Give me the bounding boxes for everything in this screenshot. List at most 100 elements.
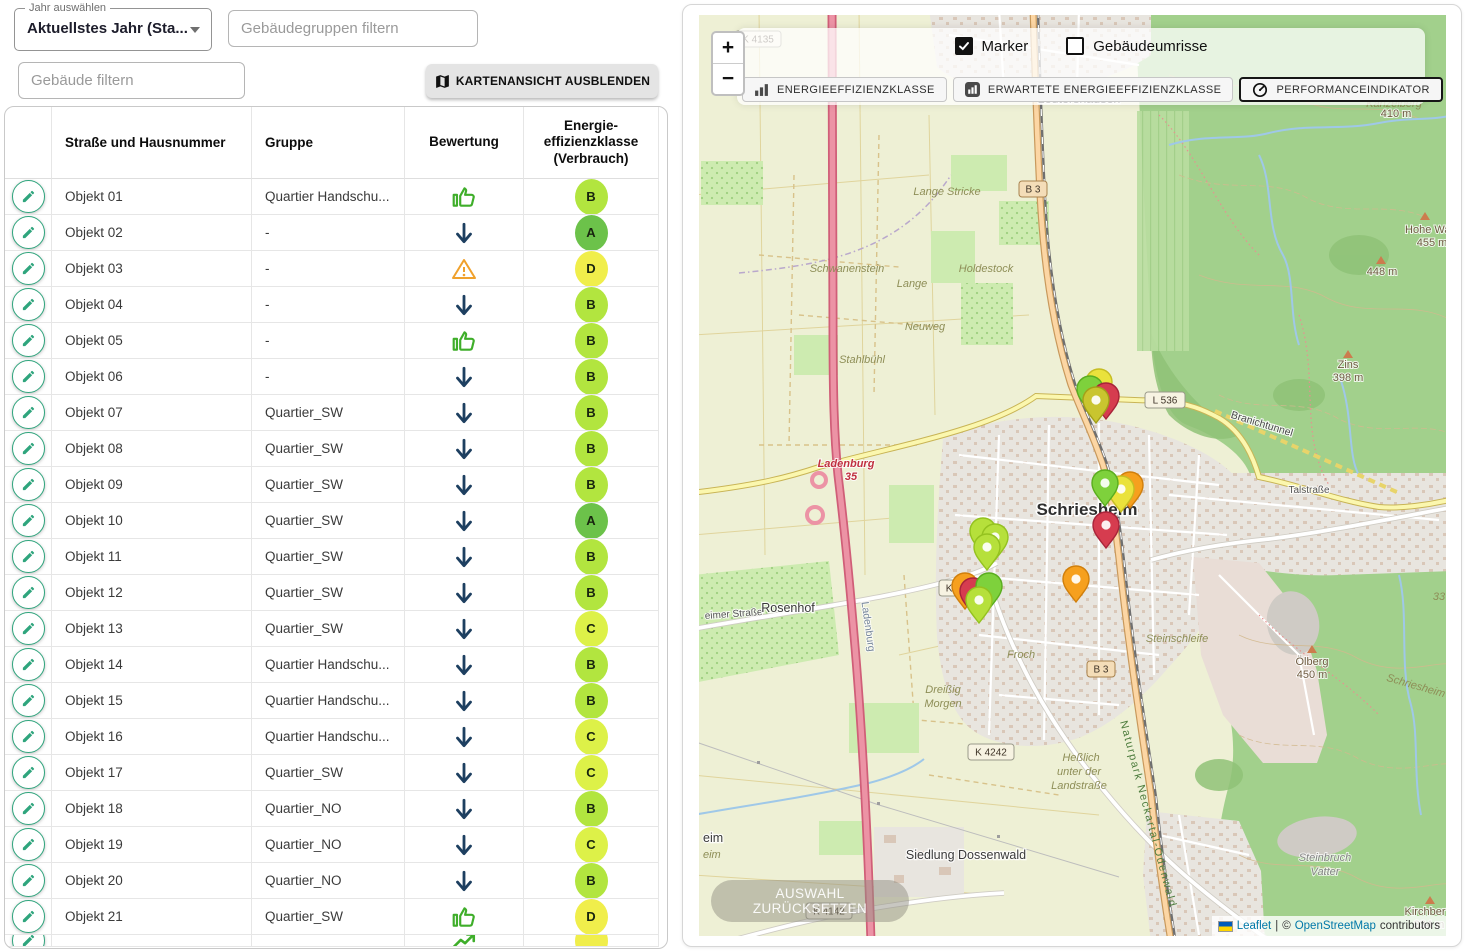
edit-row-button[interactable] [12,720,45,753]
group-cell: Quartier_SW [252,611,405,647]
energy-class-cell: B [524,359,659,395]
osm-link[interactable]: OpenStreetMap [1295,920,1376,932]
group-cell: Quartier_SW [252,575,405,611]
energy-class-badge: B [575,287,608,323]
map-layer-button-energieeffizienzklasse[interactable]: ENERGIEEFFIZIENZKLASSE [742,77,947,102]
table-row: Objekt 02-A [5,215,659,251]
layer-checkbox-marker[interactable]: Marker [955,37,1029,55]
rating-cell [405,611,524,647]
energy-class-cell: A [524,215,659,251]
table-header-row: Straße und Hausnummer Gruppe Bewertung E… [5,107,659,179]
map-label: Schwanenstein [810,263,885,275]
edit-row-button[interactable] [12,648,45,681]
edit-row-button[interactable] [12,324,45,357]
edit-row-button[interactable] [12,612,45,645]
edit-row-button[interactable] [12,756,45,789]
hide-map-button[interactable]: KARTENANSICHT AUSBLENDEN [426,64,658,98]
energy-class-badge: B [575,467,608,503]
arrow-down-icon [451,436,477,462]
map-label: 448 m [1367,266,1398,278]
street-cell: Objekt 02 [52,215,252,251]
building-table: Straße und Hausnummer Gruppe Bewertung E… [5,107,659,947]
pencil-icon [21,441,36,456]
map-label: eim [703,849,721,861]
rating-cell [405,683,524,719]
arrow-down-icon [451,760,477,786]
map-label: Heßlich [1062,752,1099,764]
svg-text:B 3: B 3 [1025,185,1040,196]
edit-row-button[interactable] [12,432,45,465]
pencil-icon [21,657,36,672]
map-canvas[interactable]: K 4135B 3L 536K 42B 3K 4242K 4142Leuters… [699,15,1446,936]
reset-selection-button[interactable]: AUSWAHL ZURÜCKSETZEN [711,880,909,922]
group-cell: Quartier_SW [252,899,405,935]
rating-cell [405,827,524,863]
street-cell: Objekt 13 [52,611,252,647]
year-select[interactable]: Jahr auswählen Aktuellstes Jahr (Sta... [14,8,212,51]
edit-row-button[interactable] [12,396,45,429]
edit-row-button[interactable] [12,792,45,825]
map-viewport[interactable]: K 4135B 3L 536K 42B 3K 4242K 4142Leuters… [699,15,1446,936]
edit-row-button[interactable] [12,900,45,933]
street-cell: Objekt 19 [52,827,252,863]
edit-row-button[interactable] [12,180,45,213]
street-cell: Objekt 21 [52,899,252,935]
layer-checkbox-gebäudeumrisse[interactable]: Gebäudeumrisse [1066,37,1207,55]
arrow-down-icon [451,724,477,750]
map-label: 33 [1433,591,1446,603]
energy-class-cell: B [524,323,659,359]
zoom-out-button[interactable]: − [713,64,743,94]
map-zoom-control: + − [711,31,745,96]
table-body: Objekt 01Quartier Handschu...BObjekt 02-… [5,179,659,947]
header-edit-column [5,107,52,179]
building-filter-input[interactable] [18,62,245,99]
edit-row-button[interactable] [12,504,45,537]
arrow-down-icon [451,400,477,426]
energy-class-cell: B [524,575,659,611]
edit-cell [5,395,52,431]
hide-map-button-label: KARTENANSICHT AUSBLENDEN [456,74,650,88]
map-label: Steinbruch [1299,852,1352,864]
checkbox-icon[interactable] [955,37,973,55]
edit-row-button[interactable] [12,864,45,897]
edit-row-button[interactable] [12,684,45,717]
map-label: Dreißig [925,684,961,696]
leaflet-link[interactable]: Leaflet [1237,920,1272,932]
group-filter-input[interactable] [228,10,478,47]
edit-row-button[interactable] [12,935,45,947]
edit-cell [5,575,52,611]
edit-row-button[interactable] [12,288,45,321]
edit-row-button[interactable] [12,540,45,573]
group-cell: - [252,359,405,395]
rating-cell [405,575,524,611]
energy-class-cell: B [524,863,659,899]
edit-row-button[interactable] [12,360,45,393]
street-cell: Objekt 18 [52,791,252,827]
edit-row-button[interactable] [12,216,45,249]
table-row: Objekt 14Quartier Handschu...B [5,647,659,683]
rating-cell [405,359,524,395]
rating-cell [405,503,524,539]
arrow-down-icon [451,580,477,606]
edit-row-button[interactable] [12,576,45,609]
table-row: Objekt 09Quartier_SWB [5,467,659,503]
edit-row-button[interactable] [12,468,45,501]
pencil-icon [21,189,36,204]
edit-row-button[interactable] [12,252,45,285]
pencil-icon [21,549,36,564]
building-list-panel: Jahr auswählen Aktuellstes Jahr (Sta... … [0,0,672,951]
map-layer-button-performanceindikator[interactable]: PERFORMANCEINDIKATOR [1239,77,1442,102]
pencil-icon [21,225,36,240]
edit-row-button[interactable] [12,828,45,861]
group-cell: Quartier Handschu... [252,179,405,215]
street-cell: Objekt 05 [52,323,252,359]
checkbox-icon[interactable] [1066,37,1084,55]
street-cell: Objekt 12 [52,575,252,611]
pencil-icon [21,513,36,528]
map-label: 410 m [1381,108,1412,120]
edit-cell [5,755,52,791]
group-cell: Quartier_NO [252,827,405,863]
map-layer-button-erwartete-energieeffizienzklasse[interactable]: ERWARTETE ENERGIEEFFIZIENZKLASSE [953,77,1234,102]
edit-cell [5,503,52,539]
zoom-in-button[interactable]: + [713,33,743,64]
